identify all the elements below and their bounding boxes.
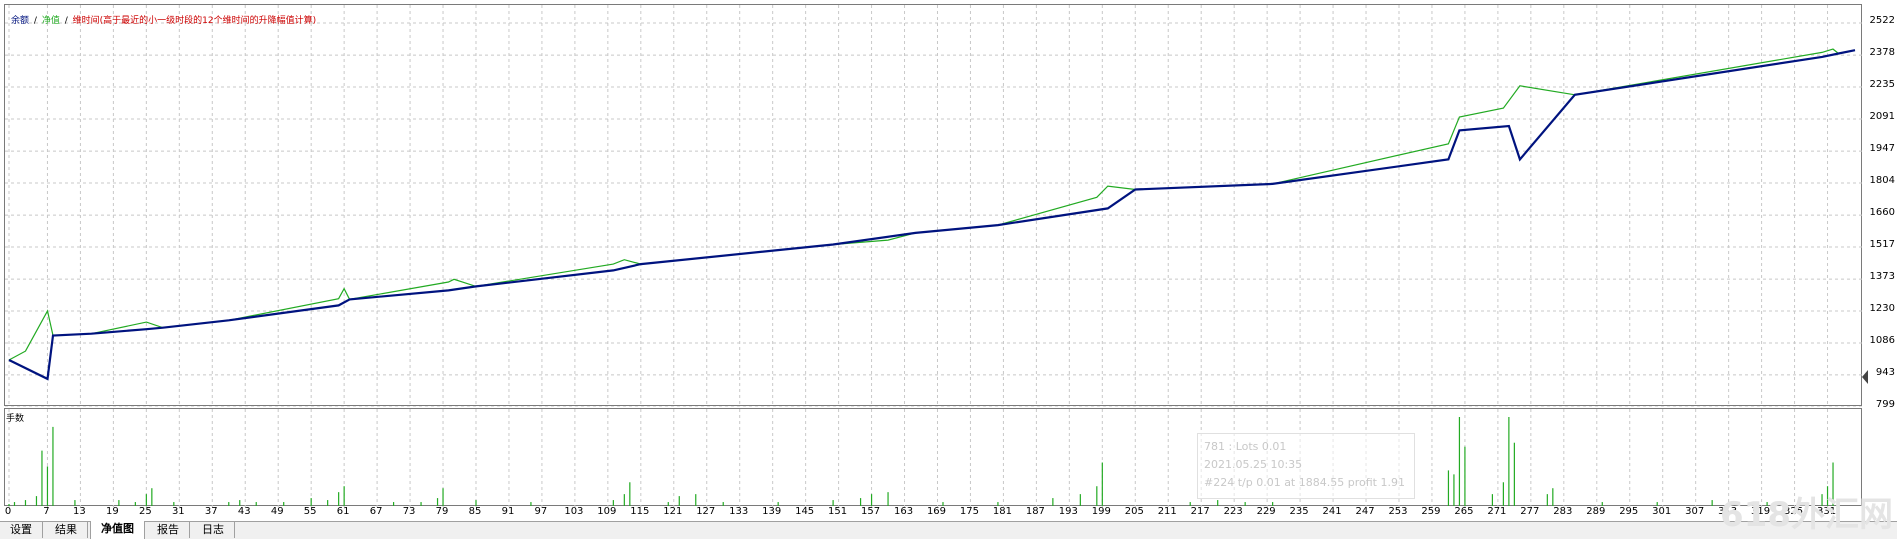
tooltip-line-2: 2021.05.25 10:35 bbox=[1204, 458, 1303, 471]
x-tick-label: 289 bbox=[1586, 506, 1606, 517]
x-tick-label: 205 bbox=[1124, 506, 1144, 517]
x-tick-label: 19 bbox=[106, 506, 119, 517]
x-tick-label: 187 bbox=[1025, 506, 1045, 517]
x-tick-label: 193 bbox=[1058, 506, 1078, 517]
x-tick-label: 271 bbox=[1487, 506, 1507, 517]
x-tick-label: 295 bbox=[1619, 506, 1639, 517]
x-tick-label: 127 bbox=[696, 506, 716, 517]
tab-report[interactable]: 报告 bbox=[147, 522, 190, 538]
tab-settings[interactable]: 设置 bbox=[0, 522, 43, 538]
x-tick-label: 91 bbox=[501, 506, 515, 517]
x-tick-label: 265 bbox=[1454, 506, 1474, 517]
y-tick-label: 2235 bbox=[1869, 78, 1895, 90]
x-tick-label: 7 bbox=[43, 506, 50, 517]
trade-tooltip: 781 : Lots 0.01 2021.05.25 10:35 #224 t/… bbox=[1197, 433, 1415, 499]
x-tick-label: 223 bbox=[1223, 506, 1243, 517]
x-tick-label: 121 bbox=[663, 506, 683, 517]
y-tick-label: 2091 bbox=[1869, 111, 1895, 123]
watermark: 618外汇网 bbox=[1720, 495, 1893, 535]
x-tick-label: 43 bbox=[237, 506, 251, 517]
y-tick-label: 1804 bbox=[1869, 175, 1895, 187]
x-tick-label: 37 bbox=[204, 506, 218, 517]
x-tick-label: 139 bbox=[762, 506, 782, 517]
legend-sep-2: / bbox=[64, 16, 68, 26]
x-tick-label: 67 bbox=[369, 506, 383, 517]
x-tick-label: 211 bbox=[1157, 506, 1177, 517]
tab-results[interactable]: 结果 bbox=[45, 522, 88, 538]
x-tick-label: 115 bbox=[630, 506, 650, 517]
tab-equity-graph[interactable]: 净值图 bbox=[90, 521, 145, 539]
x-tick-label: 55 bbox=[303, 506, 317, 517]
equity-chart-pane[interactable]: 余额 / 净值 / 维时间(高于最近的小一级时段的12个维时间的升降幅值计算) bbox=[4, 4, 1863, 408]
tooltip-line-1: 781 : Lots 0.01 bbox=[1204, 440, 1287, 453]
x-tick-label: 217 bbox=[1190, 506, 1210, 517]
y-tick-label: 1086 bbox=[1869, 335, 1895, 347]
x-tick-label: 151 bbox=[828, 506, 848, 517]
x-tick-label: 163 bbox=[893, 506, 914, 517]
x-tick-label: 241 bbox=[1322, 506, 1342, 517]
y-tick-label: 943 bbox=[1875, 366, 1895, 378]
x-tick-label: 79 bbox=[435, 506, 449, 517]
volume-label: 手数 bbox=[6, 414, 25, 424]
x-tick-label: 283 bbox=[1553, 506, 1573, 517]
y-tick-label: 799 bbox=[1875, 399, 1895, 410]
y-tick-label: 1373 bbox=[1869, 271, 1895, 283]
y-tick-label: 2378 bbox=[1869, 47, 1895, 59]
x-tick-label: 259 bbox=[1421, 506, 1441, 517]
x-tick-label: 247 bbox=[1355, 506, 1375, 517]
legend-equity: 净值 bbox=[41, 16, 60, 26]
y-tick-label: 1660 bbox=[1869, 207, 1895, 219]
x-tick-label: 13 bbox=[73, 506, 86, 517]
x-tick-label: 301 bbox=[1652, 506, 1672, 517]
x-tick-label: 109 bbox=[597, 506, 617, 517]
x-tick-label: 49 bbox=[270, 506, 284, 517]
x-tick-label: 199 bbox=[1091, 506, 1111, 517]
x-tick-label: 25 bbox=[138, 506, 152, 517]
legend-sep-1: / bbox=[33, 16, 37, 26]
x-tick-label: 31 bbox=[171, 506, 185, 517]
x-tick-label: 169 bbox=[926, 506, 947, 517]
x-tick-label: 85 bbox=[468, 506, 482, 517]
y-tick-label: 1230 bbox=[1869, 302, 1895, 314]
x-tick-label: 181 bbox=[992, 506, 1012, 517]
x-tick-label: 133 bbox=[729, 506, 749, 517]
x-tick-label: 103 bbox=[564, 506, 584, 517]
balance-line bbox=[8, 49, 1856, 381]
equity-chart-svg bbox=[5, 5, 1863, 408]
vertical-scroll-arrow[interactable] bbox=[1862, 362, 1868, 392]
x-tick-label: 307 bbox=[1685, 506, 1705, 517]
x-tick-label: 175 bbox=[959, 506, 979, 517]
x-tick-label: 253 bbox=[1388, 506, 1408, 517]
tester-tab-bar: 设置 结果 净值图 报告 日志 bbox=[0, 521, 1897, 539]
x-tick-label: 277 bbox=[1520, 506, 1540, 517]
x-tick-label: 145 bbox=[795, 506, 815, 517]
x-tick-label: 0 bbox=[4, 506, 12, 517]
tooltip-line-3: #224 t/p 0.01 at 1884.55 profit 1.91 bbox=[1204, 476, 1405, 489]
x-tick-label: 157 bbox=[861, 506, 881, 517]
strategy-tester-window: 余额 / 净值 / 维时间(高于最近的小一级时段的12个维时间的升降幅值计算) … bbox=[0, 0, 1897, 539]
y-tick-label: 2522 bbox=[1869, 15, 1895, 26]
y-tick-label: 1947 bbox=[1869, 143, 1895, 155]
x-tick-label: 73 bbox=[402, 506, 416, 517]
x-tick-label: 235 bbox=[1289, 506, 1309, 517]
x-tick-label: 97 bbox=[534, 506, 548, 517]
y-tick-label: 1517 bbox=[1869, 238, 1895, 250]
legend-lots: 维时间(高于最近的小一级时段的12个维时间的升降幅值计算) bbox=[72, 16, 317, 26]
chart-legend: 余额 / 净值 / 维时间(高于最近的小一级时段的12个维时间的升降幅值计算) bbox=[11, 13, 318, 26]
tab-journal[interactable]: 日志 bbox=[192, 522, 235, 538]
x-tick-label: 229 bbox=[1256, 506, 1276, 517]
legend-balance: 余额 bbox=[11, 16, 30, 26]
volume-pane[interactable] bbox=[4, 408, 1862, 507]
x-tick-label: 61 bbox=[336, 506, 350, 517]
volume-chart-svg bbox=[8, 409, 1834, 507]
